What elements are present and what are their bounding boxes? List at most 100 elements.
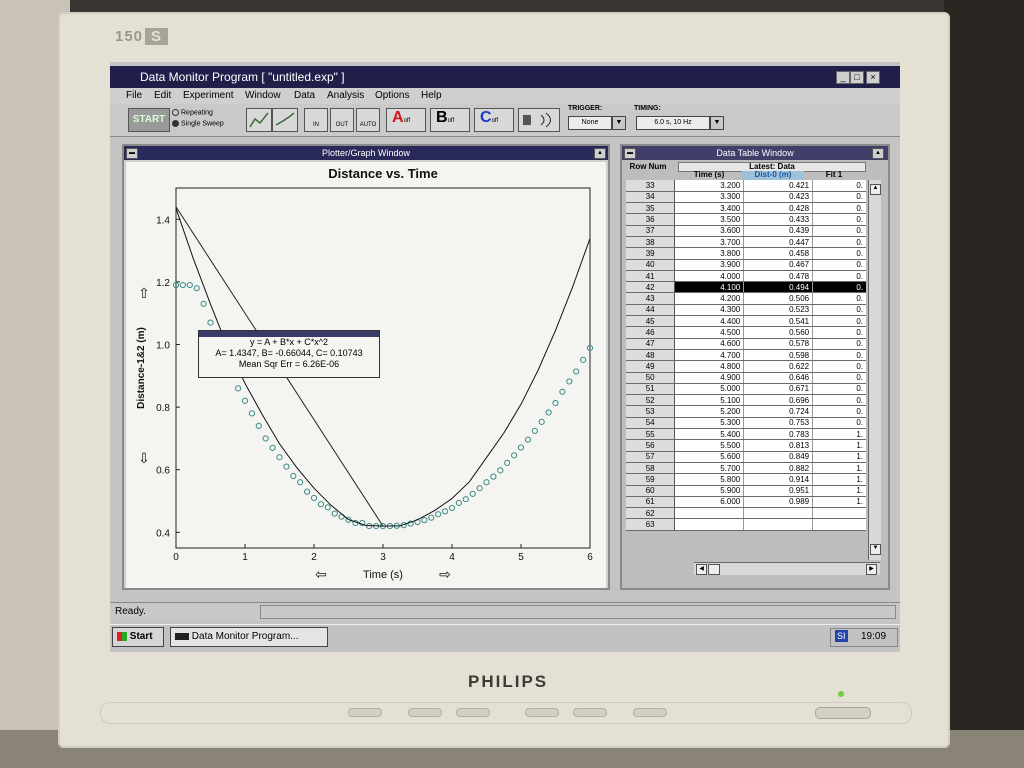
table-row[interactable]: 49 4.800 0.622 0. bbox=[626, 360, 866, 373]
distance-cell[interactable]: 0.849 bbox=[743, 451, 814, 463]
menu-analysis[interactable]: Analysis bbox=[327, 90, 364, 101]
row-number-cell[interactable]: 35 bbox=[626, 202, 676, 215]
table-row[interactable]: 40 3.900 0.467 0. bbox=[626, 259, 866, 271]
row-number-cell[interactable]: 53 bbox=[626, 405, 676, 418]
table-row[interactable]: 45 4.400 0.541 0. bbox=[626, 315, 866, 328]
table-row[interactable]: 47 4.600 0.578 0. bbox=[626, 338, 866, 350]
time-cell[interactable]: 5.500 bbox=[674, 439, 745, 452]
distance-cell[interactable]: 0.753 bbox=[743, 417, 814, 430]
distance-cell[interactable]: 0.578 bbox=[743, 338, 814, 350]
distance-cell[interactable]: 0.560 bbox=[743, 326, 814, 339]
time-cell[interactable]: 4.300 bbox=[674, 304, 745, 317]
fit-cell[interactable]: 0. bbox=[812, 225, 866, 237]
fit-cell[interactable]: 0. bbox=[812, 213, 866, 226]
scroll-thumb[interactable] bbox=[708, 564, 720, 575]
table-row[interactable]: 43 4.200 0.506 0. bbox=[626, 292, 866, 305]
close-button[interactable]: × bbox=[866, 71, 880, 84]
input-method-icon[interactable]: SI bbox=[835, 630, 848, 642]
time-column-header[interactable]: Time (s) bbox=[678, 171, 740, 180]
fit-cell[interactable]: 1. bbox=[812, 485, 866, 497]
distance-cell[interactable]: 0.783 bbox=[743, 428, 814, 441]
table-row[interactable]: 35 3.400 0.428 0. bbox=[626, 202, 866, 215]
table-row[interactable]: 48 4.700 0.598 0. bbox=[626, 349, 866, 362]
distance-cell[interactable]: 0.989 bbox=[743, 496, 814, 509]
monitor-button[interactable] bbox=[456, 708, 490, 717]
table-row[interactable]: 50 4.900 0.646 0. bbox=[626, 372, 866, 384]
time-cell[interactable]: 3.400 bbox=[674, 202, 745, 215]
distance-cell[interactable]: 0.598 bbox=[743, 349, 814, 362]
distance-cell[interactable]: 0.696 bbox=[743, 394, 814, 407]
menu-edit[interactable]: Edit bbox=[154, 90, 171, 101]
fit-column-header[interactable]: Fit 1 bbox=[806, 171, 862, 180]
table-row[interactable]: 57 5.600 0.849 1. bbox=[626, 451, 866, 463]
row-number-cell[interactable]: 56 bbox=[626, 439, 676, 452]
distance-cell[interactable]: 0.423 bbox=[743, 191, 814, 204]
system-menu-icon[interactable]: ▬ bbox=[126, 148, 138, 159]
time-cell[interactable] bbox=[674, 518, 745, 531]
fit-cell[interactable]: 1. bbox=[812, 428, 866, 441]
row-number-cell[interactable]: 48 bbox=[626, 349, 676, 362]
menu-file[interactable]: File bbox=[126, 90, 142, 101]
time-cell[interactable]: 4.200 bbox=[674, 292, 745, 305]
sensor-icon[interactable] bbox=[518, 108, 560, 132]
fit-cell[interactable]: 0. bbox=[812, 304, 866, 317]
scroll-up-icon[interactable]: ▲ bbox=[870, 184, 881, 195]
channel-a-button[interactable]: Aoff bbox=[386, 108, 426, 132]
time-cell[interactable]: 5.300 bbox=[674, 417, 745, 430]
row-number-cell[interactable]: 45 bbox=[626, 315, 676, 328]
row-number-cell[interactable]: 44 bbox=[626, 304, 676, 317]
time-cell[interactable]: 3.300 bbox=[674, 191, 745, 204]
table-row[interactable]: 58 5.700 0.882 1. bbox=[626, 462, 866, 475]
table-row[interactable]: 36 3.500 0.433 0. bbox=[626, 213, 866, 226]
time-cell[interactable]: 5.700 bbox=[674, 462, 745, 475]
channel-b-button[interactable]: Boff bbox=[430, 108, 470, 132]
menu-data[interactable]: Data bbox=[294, 90, 315, 101]
time-cell[interactable]: 4.500 bbox=[674, 326, 745, 339]
fit-cell[interactable]: 0. bbox=[812, 180, 866, 192]
time-cell[interactable]: 3.200 bbox=[674, 180, 745, 192]
distance-cell[interactable]: 0.622 bbox=[743, 360, 814, 373]
table-row[interactable]: 62 bbox=[626, 507, 866, 520]
row-number-cell[interactable]: 63 bbox=[626, 518, 676, 531]
time-cell[interactable]: 3.600 bbox=[674, 225, 745, 237]
fit-cell[interactable]: 0. bbox=[812, 259, 866, 271]
fit-cell[interactable]: 0. bbox=[812, 360, 866, 373]
table-row[interactable]: 34 3.300 0.423 0. bbox=[626, 191, 866, 204]
table-row[interactable]: 51 5.000 0.671 0. bbox=[626, 383, 866, 396]
distance-cell[interactable]: 0.421 bbox=[743, 180, 814, 192]
time-cell[interactable]: 5.000 bbox=[674, 383, 745, 396]
fit-cell[interactable]: 1. bbox=[812, 496, 866, 509]
table-row[interactable]: 61 6.000 0.989 1. bbox=[626, 496, 866, 509]
table-row[interactable]: 53 5.200 0.724 0. bbox=[626, 405, 866, 418]
distance-cell[interactable]: 0.478 bbox=[743, 270, 814, 283]
system-menu-icon[interactable]: ▬ bbox=[624, 148, 636, 159]
distance-cell[interactable]: 0.447 bbox=[743, 236, 814, 249]
fit-cell[interactable]: 0. bbox=[812, 338, 866, 350]
table-row[interactable]: 37 3.600 0.439 0. bbox=[626, 225, 866, 237]
row-number-cell[interactable]: 38 bbox=[626, 236, 676, 249]
time-cell[interactable]: 5.600 bbox=[674, 451, 745, 463]
channel-c-button[interactable]: Coff bbox=[474, 108, 514, 132]
distance-cell[interactable]: 0.813 bbox=[743, 439, 814, 452]
scroll-left-icon[interactable]: ◀ bbox=[696, 564, 707, 575]
power-button[interactable] bbox=[815, 707, 871, 719]
distance-cell[interactable]: 0.439 bbox=[743, 225, 814, 237]
zoom-in-button[interactable]: IN bbox=[304, 108, 328, 132]
fit-cell[interactable]: 0. bbox=[812, 417, 866, 430]
table-row[interactable]: 60 5.900 0.951 1. bbox=[626, 485, 866, 497]
plot-icon[interactable] bbox=[272, 108, 298, 132]
fit-cell[interactable]: 0. bbox=[812, 394, 866, 407]
time-cell[interactable]: 5.200 bbox=[674, 405, 745, 418]
vertical-scrollbar[interactable]: ▲ ▼ bbox=[868, 180, 881, 560]
row-number-cell[interactable]: 47 bbox=[626, 338, 676, 350]
window-maximize-icon[interactable]: ▲ bbox=[872, 148, 884, 159]
distance-column-header[interactable]: Dist-0 (m) bbox=[742, 171, 804, 180]
fit-cell[interactable]: 1. bbox=[812, 451, 866, 463]
row-number-cell[interactable]: 51 bbox=[626, 383, 676, 396]
row-number-cell[interactable]: 61 bbox=[626, 496, 676, 509]
time-cell[interactable]: 6.000 bbox=[674, 496, 745, 509]
time-cell[interactable]: 4.700 bbox=[674, 349, 745, 362]
time-cell[interactable]: 5.900 bbox=[674, 485, 745, 497]
row-number-cell[interactable]: 52 bbox=[626, 394, 676, 407]
taskbar-app-button[interactable]: Data Monitor Program... bbox=[170, 627, 328, 647]
